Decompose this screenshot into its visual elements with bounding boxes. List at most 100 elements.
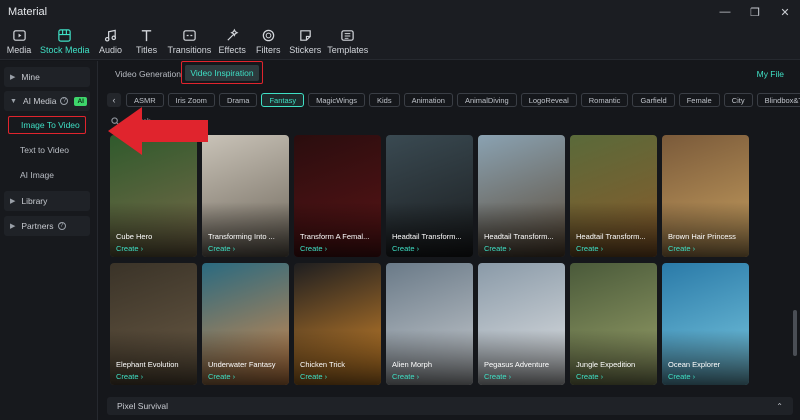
video-card[interactable]: Elephant Evolution Create › (110, 263, 197, 385)
card-create-button[interactable]: Create › (484, 244, 511, 253)
card-create-button[interactable]: Create › (484, 372, 511, 381)
stickers-icon (299, 30, 311, 41)
templates-icon (341, 30, 354, 41)
video-grid: Cube Hero Create › Transforming Into ... Cr… (110, 135, 770, 395)
caret-down-icon: ▼ (10, 97, 17, 105)
text-t-icon (141, 30, 152, 42)
card-create-button[interactable]: Create › (300, 372, 327, 381)
chevron-right-icon: › (506, 244, 512, 253)
video-card[interactable]: Underwater Fantasy Create › (202, 263, 289, 385)
card-create-label: Create (484, 244, 507, 253)
sidebar-section-partners[interactable]: ▶ Partners ? (4, 216, 90, 236)
card-create-label: Create (116, 244, 139, 253)
chip-drama[interactable]: Drama (218, 93, 258, 107)
sidebar-section-mine-label: Mine (21, 72, 40, 82)
video-card[interactable]: Ocean Explorer Create › (662, 263, 749, 385)
chevron-right-icon: › (138, 244, 144, 253)
caret-right-icon: ▶ (10, 198, 16, 205)
toolbar-templates[interactable]: Templates (327, 24, 368, 59)
my-file-link[interactable]: My File (757, 69, 784, 79)
video-card[interactable]: Chicken Trick Create › (294, 263, 381, 385)
chip-city[interactable]: City (723, 93, 753, 107)
chevron-right-icon: › (322, 372, 328, 381)
card-create-button[interactable]: Create › (668, 244, 695, 253)
chip-romantic[interactable]: Romantic (580, 93, 629, 107)
card-create-button[interactable]: Create › (208, 372, 235, 381)
chip-blindbox-toys[interactable]: Blindbox&Toys (756, 93, 800, 107)
chip-animation[interactable]: Animation (403, 93, 453, 107)
toolbar-media-label: Media (6, 45, 32, 55)
video-card[interactable]: Pegasus Adventure Create › (478, 263, 565, 385)
sidebar-section-library[interactable]: ▶ Library (4, 191, 90, 211)
video-card[interactable]: Jungle Expedition Create › (570, 263, 657, 385)
card-title: Headtail Transform... (484, 232, 554, 241)
card-title: Alien Morph (392, 360, 433, 369)
toolbar-stickers-label: Stickers (289, 45, 322, 55)
chip-fantasy[interactable]: Fantasy (261, 93, 305, 107)
card-create-label: Create (668, 244, 691, 253)
card-create-button[interactable]: Create › (576, 244, 603, 253)
toolbar-filters[interactable]: Filters (253, 24, 283, 59)
video-card[interactable]: Brown Hair Princess Create › (662, 135, 749, 257)
toolbar-audio[interactable]: Audio (96, 24, 126, 59)
chip-magicwings[interactable]: MagicWings (308, 93, 365, 107)
scrollbar[interactable] (793, 310, 797, 356)
card-create-button[interactable]: Create › (576, 372, 603, 381)
card-create-label: Create (576, 244, 599, 253)
chip-female[interactable]: Female (678, 93, 720, 107)
card-create-button[interactable]: Create › (116, 372, 143, 381)
toolbar-effects[interactable]: Effects (217, 24, 247, 59)
caret-right-icon: ▶ (10, 223, 16, 230)
card-title: Pegasus Adventure (484, 360, 550, 369)
chip-animaldiving[interactable]: AnimalDiving (456, 93, 517, 107)
toolbar-transitions-label: Transitions (167, 45, 212, 55)
toolbar-stickers[interactable]: Stickers (289, 24, 321, 59)
sidebar-section-ai-media[interactable]: ▼ AI Media ? AI (4, 91, 90, 111)
sidebar-item-ai-image[interactable]: AI Image (8, 166, 86, 184)
toolbar-transitions[interactable]: Transitions (167, 24, 212, 59)
chevron-up-icon[interactable]: ⌃ (776, 402, 783, 411)
info-icon[interactable]: ? (60, 97, 69, 105)
chevron-right-icon: › (230, 244, 236, 253)
toolbar-media[interactable]: Media (4, 24, 34, 59)
title-bar: Material — ❐ ✕ (0, 0, 800, 24)
card-create-button[interactable]: Create › (208, 244, 235, 253)
info-icon[interactable]: ? (57, 222, 66, 230)
card-create-label: Create (392, 372, 415, 381)
maximize-button[interactable]: ❐ (740, 0, 770, 24)
tab-video-generation[interactable]: Video Generation (115, 69, 181, 79)
video-card[interactable]: Headtail Transform... Create › (478, 135, 565, 257)
card-title: Jungle Expedition (576, 360, 636, 369)
close-button[interactable]: ✕ (770, 0, 800, 24)
sidebar-section-mine[interactable]: ▶ Mine (4, 67, 90, 87)
card-create-label: Create (668, 372, 691, 381)
collection-bar[interactable]: Pixel Survival ⌃ (107, 397, 793, 415)
chevron-right-icon: › (506, 372, 512, 381)
card-create-button[interactable]: Create › (392, 244, 419, 253)
chevron-right-icon: › (690, 244, 696, 253)
video-card[interactable]: Headtail Transform... Create › (570, 135, 657, 257)
minimize-button[interactable]: — (710, 0, 740, 24)
video-card[interactable]: Alien Morph Create › (386, 263, 473, 385)
card-title: Elephant Evolution (116, 360, 179, 369)
video-card[interactable]: Transforming Into ... Create › (202, 135, 289, 257)
toolbar-stock-media[interactable]: Stock Media (40, 24, 90, 59)
chevron-right-icon: › (690, 372, 696, 381)
toolbar-titles[interactable]: Titles (132, 24, 162, 59)
card-create-button[interactable]: Create › (300, 244, 327, 253)
card-create-button[interactable]: Create › (668, 372, 695, 381)
chevron-right-icon: › (414, 244, 420, 253)
filters-icon (262, 29, 274, 42)
card-create-label: Create (300, 244, 323, 253)
chip-garfield[interactable]: Garfield (632, 93, 675, 107)
card-create-button[interactable]: Create › (392, 372, 419, 381)
chip-logoreveal[interactable]: LogoReveal (520, 93, 577, 107)
video-card[interactable]: Transform A Femal... Create › (294, 135, 381, 257)
card-create-button[interactable]: Create › (116, 244, 143, 253)
tab-video-inspiration[interactable]: Video Inspiration (185, 65, 259, 81)
chip-kids[interactable]: Kids (368, 93, 400, 107)
video-card[interactable]: Headtail Transform... Create › (386, 135, 473, 257)
card-title: Brown Hair Princess (668, 232, 736, 241)
sidebar-item-text-to-video[interactable]: Text to Video (8, 141, 86, 159)
sidebar-item-image-to-video[interactable]: Image To Video (8, 116, 86, 134)
